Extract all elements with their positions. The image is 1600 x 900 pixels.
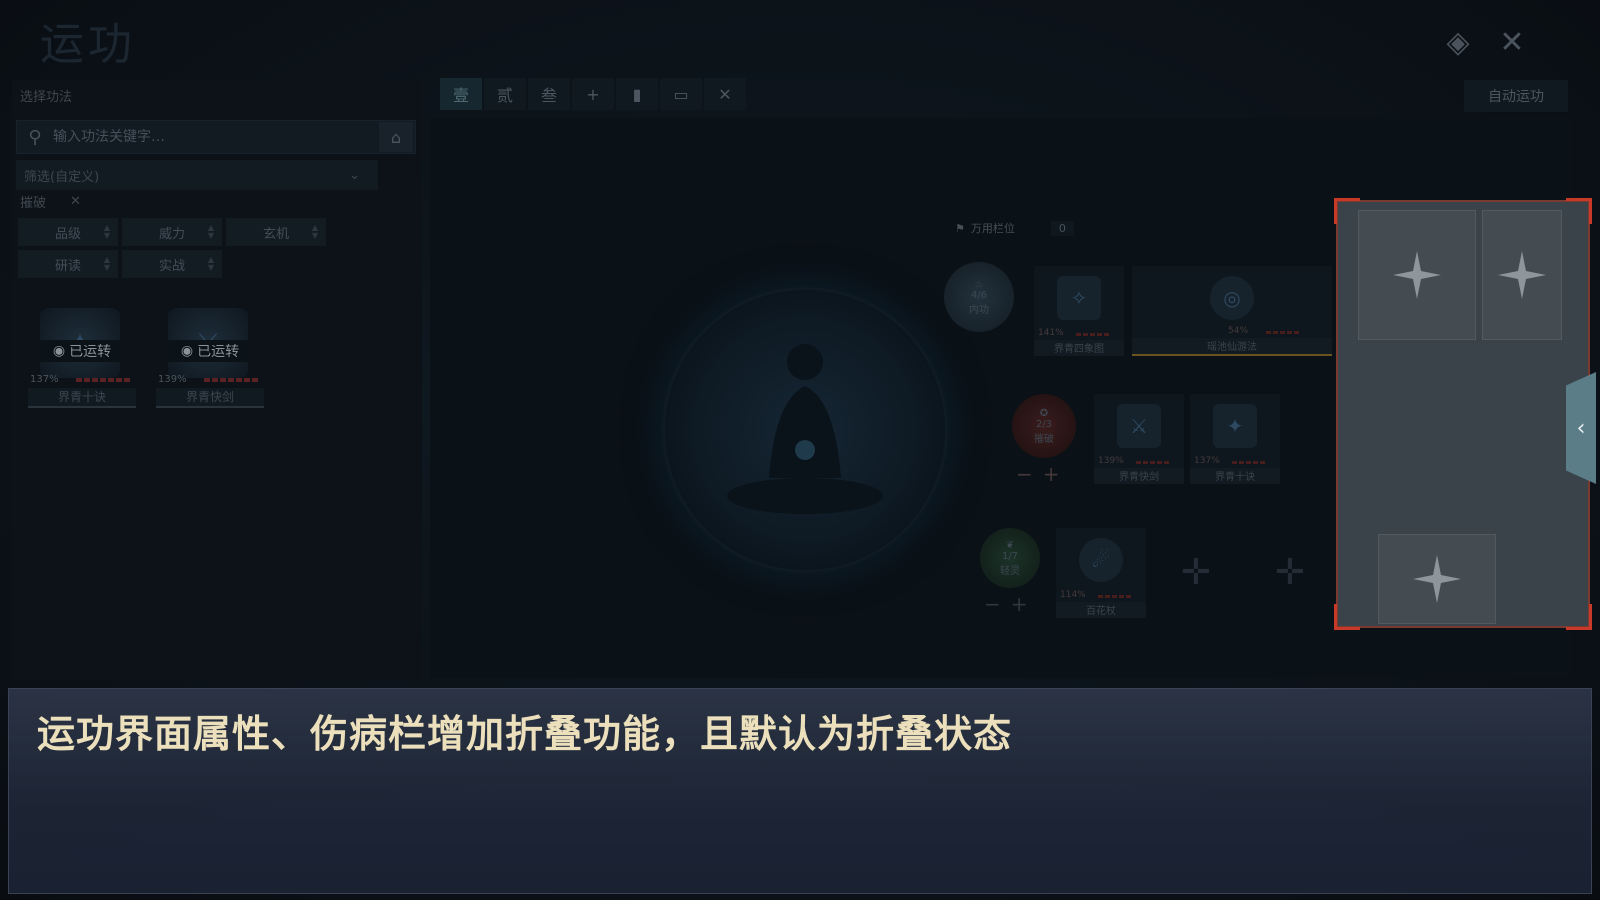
page-title: 运功	[40, 19, 136, 70]
close-icon[interactable]: ✕	[1492, 22, 1532, 62]
skill-icon: ✧	[1057, 276, 1101, 320]
sort-grid: 品级 ▲ ▼ 威力 ▲ ▼ 玄机 ▲ ▼ 研读 ▲ ▼ 实战 ▲ ▼	[18, 218, 326, 278]
frame-corner	[1334, 604, 1360, 630]
plus-icon[interactable]: +	[1043, 462, 1060, 486]
meditating-figure	[665, 290, 945, 570]
meditator-silhouette-icon	[727, 344, 883, 514]
qingling-icon: ❦	[1005, 539, 1015, 551]
sort-button[interactable]: 研读 ▲ ▼	[18, 250, 118, 278]
running-icon: ◉	[52, 343, 66, 359]
tab-preset-1[interactable]: 壹	[440, 78, 482, 110]
tag-remove-icon[interactable]: ✕	[70, 194, 81, 209]
skill-select-panel: 选择功法 ⚲ ⌂ 筛选(自定义) ⌄ 摧破 ✕ 品级▲▼ 威力▲▼ 玄机▲▼ 研…	[12, 80, 422, 680]
minus-icon[interactable]: −	[1016, 462, 1033, 486]
book-icon[interactable]: ◈	[1438, 22, 1478, 62]
sort-button[interactable]: 品级 ▲ ▼	[18, 218, 118, 246]
empty-slot-plus-icon[interactable]	[1482, 210, 1562, 340]
level-bars	[204, 378, 258, 382]
empty-slot-plus-icon[interactable]	[1358, 210, 1476, 340]
skill-icon: ⚔	[1117, 404, 1161, 448]
search-bar: ⚲ ⌂	[16, 120, 416, 154]
cuipo-slot[interactable]: ✪ 2/3 摧破	[1012, 394, 1076, 458]
universal-slot-label: ⚑ 万用栏位 0	[955, 220, 1074, 236]
sort-arrows-icon: ▲ ▼	[207, 255, 214, 272]
sort-arrows-icon: ▲ ▼	[311, 223, 318, 240]
tab-preset-2[interactable]: 贰	[484, 78, 526, 110]
tag-label: 摧破	[20, 196, 47, 211]
neigong-slot[interactable]: ♨ 4/6 内功	[944, 262, 1014, 332]
caption-banner: 运功界面属性、伤病栏增加折叠功能，且默认为折叠状态	[8, 688, 1592, 894]
universal-slot-count: 0	[1050, 220, 1074, 236]
empty-slot-plus-icon[interactable]	[1378, 534, 1496, 624]
collapse-panel-button[interactable]: ‹	[1566, 372, 1596, 484]
panel-header: 选择功法	[20, 90, 73, 105]
tab-preset-3[interactable]: 叁	[528, 78, 570, 110]
attribute-injury-panel	[1336, 200, 1590, 628]
level-bars	[1098, 595, 1131, 598]
skill-icon: ☄	[1079, 538, 1123, 582]
skill-slot-card[interactable]: ✦ 137% 界青十诀	[1190, 394, 1280, 484]
sort-arrows-icon: ▲ ▼	[207, 223, 214, 240]
filter-dropdown[interactable]: 筛选(自定义) ⌄	[16, 160, 378, 190]
frame-corner	[1566, 604, 1592, 630]
preset-tabs: 壹 贰 叁 + ▮ ▭ ✕	[440, 78, 746, 110]
neigong-icon: ♨	[974, 278, 984, 290]
auto-cultivate-button[interactable]: 自动运功	[1464, 80, 1568, 112]
status-badge: ◉ 已运转	[166, 340, 254, 362]
level-bars	[1136, 461, 1169, 464]
unequip-all-icon[interactable]: ✕	[704, 78, 746, 110]
qingling-stepper: − +	[984, 592, 1028, 616]
skill-slot-card[interactable]: ☄ 114% 百花杖	[1056, 528, 1146, 618]
status-badge: ◉ 已运转	[38, 340, 126, 362]
level-bars	[1232, 461, 1265, 464]
cuipo-stepper: − +	[1016, 462, 1060, 486]
flag-icon: ⚑	[955, 221, 965, 235]
chevron-down-icon: ⌄	[349, 167, 360, 183]
app-root: 运功 ◈ ✕ 选择功法 ⚲ ⌂ 筛选(自定义) ⌄ 摧破 ✕ 品级▲▼ 威力▲▼…	[0, 0, 1600, 900]
skill-card[interactable]: ⚔ ◉已运转 139% 界青快剑	[154, 302, 264, 410]
filter-label: 筛选(自定义)	[24, 169, 100, 185]
active-tag: 摧破 ✕	[20, 192, 81, 211]
sort-button[interactable]: 玄机 ▲ ▼	[226, 218, 326, 246]
skill-icon: ✦	[1213, 404, 1257, 448]
skill-percent: 139%	[158, 374, 187, 385]
search-icon: ⚲	[28, 126, 42, 148]
sort-button[interactable]: 威力 ▲ ▼	[122, 218, 222, 246]
plus-icon[interactable]: +	[1011, 592, 1028, 616]
qingling-slot[interactable]: ❦ 1/7 轻灵	[980, 528, 1040, 588]
clear-broom-icon[interactable]: ⌂	[379, 122, 413, 152]
skill-card[interactable]: ✦ ◉已运转 137% 界青十诀	[26, 302, 136, 410]
sort-button[interactable]: 实战 ▲ ▼	[122, 250, 222, 278]
skill-name: 界青十诀	[28, 388, 136, 408]
sort-arrows-icon: ▲ ▼	[103, 255, 110, 272]
skill-icon: ◎	[1210, 276, 1254, 320]
search-input[interactable]	[53, 129, 379, 145]
caption-text: 运功界面属性、伤病栏增加折叠功能，且默认为折叠状态	[37, 712, 1013, 756]
skill-name: 界青快剑	[156, 388, 264, 408]
skill-slot-card[interactable]: ✧ 141% 界青四象图	[1034, 266, 1124, 356]
level-bars	[1076, 333, 1109, 336]
level-bars	[76, 378, 130, 382]
empty-slot-plus-icon[interactable]: ✛	[1250, 532, 1330, 612]
running-icon: ◉	[180, 343, 194, 359]
skill-slot-card[interactable]: ⚔ 139% 界青快剑	[1094, 394, 1184, 484]
sort-arrows-icon: ▲ ▼	[103, 223, 110, 240]
cuipo-icon: ✪	[1039, 407, 1049, 419]
frame-corner	[1566, 198, 1592, 224]
skill-slot-card[interactable]: ◎ 54% 瑶池仙游法	[1132, 266, 1332, 356]
skill-percent: 137%	[30, 374, 59, 385]
level-bars	[1266, 331, 1299, 334]
minus-icon[interactable]: −	[984, 592, 1001, 616]
frame-corner	[1334, 198, 1360, 224]
copy-icon[interactable]: ▮	[616, 78, 658, 110]
chevron-left-icon: ‹	[1576, 415, 1586, 441]
empty-slot-plus-icon[interactable]: ✛	[1156, 532, 1236, 612]
add-preset-button[interactable]: +	[572, 78, 614, 110]
clear-broom-icon[interactable]: ▭	[660, 78, 702, 110]
